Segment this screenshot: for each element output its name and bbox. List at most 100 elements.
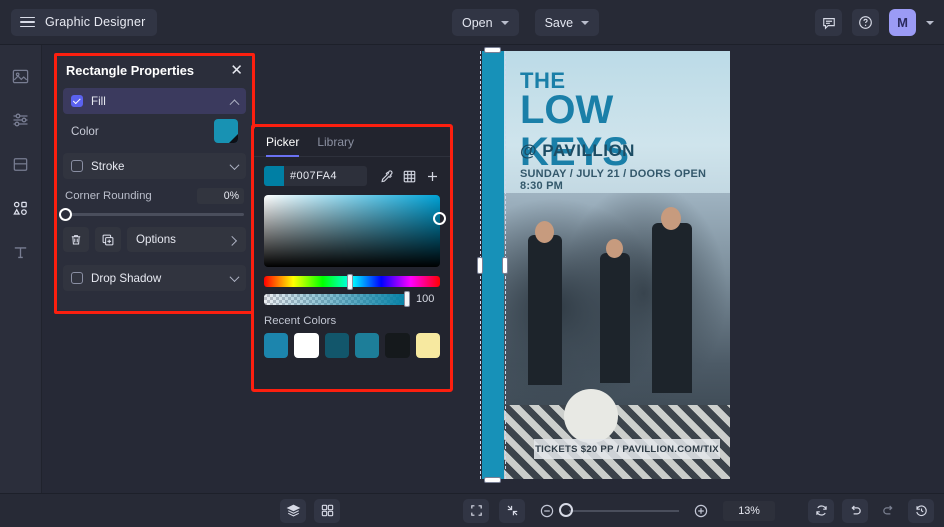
alpha-row: 100 (264, 291, 440, 307)
zoom-slider[interactable] (559, 503, 679, 517)
current-color-swatch[interactable] (264, 166, 284, 186)
grid-view-button[interactable] (314, 498, 340, 523)
document-title: Graphic Designer (45, 15, 146, 29)
comment-button[interactable] (815, 9, 842, 36)
sidebar-item-shapes[interactable] (6, 193, 36, 223)
sidebar-item-text[interactable] (6, 237, 36, 267)
close-icon[interactable]: ✕ (230, 63, 243, 78)
hamburger-icon[interactable] (20, 16, 35, 28)
zoom-level-value[interactable]: 13% (723, 500, 775, 521)
color-picker-tabs: Picker Library (254, 127, 450, 157)
stroke-checkbox[interactable] (71, 160, 83, 172)
selection-handle-right[interactable] (502, 257, 508, 274)
chevron-up-icon[interactable] (229, 98, 240, 109)
photo-figure-singer (528, 235, 562, 385)
grid-palette-icon (403, 170, 416, 182)
tab-picker[interactable]: Picker (266, 135, 300, 157)
zoom-controls: 13% (463, 498, 775, 523)
photo-figure-b-head (606, 239, 623, 258)
alpha-value: 100 (416, 293, 435, 305)
sidebar-item-images[interactable] (6, 61, 36, 91)
recent-color-swatch[interactable] (294, 333, 319, 358)
history-button[interactable] (908, 498, 934, 523)
save-button[interactable]: Save (534, 9, 600, 36)
photo-figure-sax-head (661, 207, 681, 230)
corner-rounding-control: Corner Rounding 0% (59, 188, 244, 221)
shape-actions-row: Options (63, 227, 246, 252)
corner-rounding-value[interactable]: 0% (197, 188, 244, 204)
account-chevron-down-icon[interactable] (926, 20, 934, 25)
sliders-icon (13, 113, 27, 127)
corner-rounding-slider[interactable] (59, 207, 244, 221)
saturation-value-knob[interactable] (433, 212, 446, 225)
recent-color-swatch[interactable] (324, 333, 349, 358)
color-swatch[interactable] (214, 119, 238, 143)
help-button[interactable] (852, 9, 879, 36)
recent-color-swatch[interactable] (385, 333, 410, 358)
poster-artboard[interactable]: THE LOW KEYS @ PAVILLION SUNDAY / JULY 2… (482, 51, 730, 479)
shrink-icon (507, 505, 517, 516)
hue-slider-knob[interactable] (346, 273, 353, 290)
sidebar-item-adjustments[interactable] (6, 105, 36, 135)
refresh-icon (815, 505, 827, 516)
drop-shadow-checkbox[interactable] (71, 272, 83, 284)
save-button-label: Save (544, 15, 574, 30)
undo-icon (850, 505, 861, 515)
hex-input[interactable]: #007FA4 (284, 166, 367, 186)
poster-line-venue: @ PAVILLION (520, 141, 635, 160)
eyedropper-button[interactable] (379, 169, 394, 184)
plus-icon (428, 171, 437, 181)
saturation-value-area[interactable] (264, 195, 446, 267)
bottom-right-tools (808, 498, 934, 523)
selection-handle-top[interactable] (484, 47, 501, 53)
chevron-down-icon[interactable] (229, 159, 240, 170)
zoom-out-button[interactable] (535, 499, 559, 523)
recent-colors-row (264, 333, 440, 358)
eyedropper-icon (381, 169, 393, 182)
palette-button[interactable] (402, 169, 417, 184)
redo-button[interactable] (876, 499, 900, 523)
history-icon (915, 505, 927, 517)
add-color-button[interactable] (425, 169, 440, 184)
photo-drum (564, 389, 618, 443)
layers-button[interactable] (280, 498, 306, 523)
fill-section-row[interactable]: Fill (63, 88, 246, 114)
drop-shadow-section-row[interactable]: Drop Shadow (63, 265, 246, 291)
document-title-chip[interactable]: Graphic Designer (11, 8, 158, 36)
options-button-label: Options (136, 233, 176, 246)
open-button[interactable]: Open (452, 9, 519, 36)
stroke-section-row[interactable]: Stroke (63, 153, 246, 179)
alpha-slider-knob[interactable] (404, 291, 410, 307)
shrink-button[interactable] (499, 498, 525, 523)
zoom-slider-knob[interactable] (559, 503, 573, 517)
panel-header: Rectangle Properties ✕ (57, 56, 252, 85)
options-button[interactable]: Options (127, 227, 246, 252)
poster-ticket-band: TICKETS $20 PP / PAVILLION.COM/TIX (534, 439, 720, 459)
corner-rounding-slider-knob[interactable] (59, 207, 72, 221)
redo-icon (882, 505, 893, 515)
duplicate-button[interactable] (95, 227, 121, 252)
fit-to-screen-button[interactable] (463, 498, 489, 523)
selection-handle-left[interactable] (477, 257, 483, 274)
recent-colors-label: Recent Colors (264, 315, 337, 327)
sidebar-item-pages[interactable] (6, 149, 36, 179)
selection-handle-bottom[interactable] (484, 477, 501, 483)
tab-library[interactable]: Library (317, 135, 354, 157)
zoom-in-button[interactable] (689, 499, 713, 523)
corner-rounding-label: Corner Rounding (65, 190, 152, 202)
fill-checkbox[interactable] (71, 95, 83, 107)
avatar[interactable]: M (889, 9, 916, 36)
recent-color-swatch[interactable] (354, 333, 380, 358)
poster-left-color-bar[interactable] (482, 51, 504, 479)
recent-color-swatch[interactable] (415, 333, 440, 358)
chevron-right-icon (227, 235, 238, 246)
refresh-button[interactable] (808, 498, 834, 523)
recent-color-swatch[interactable] (264, 333, 289, 358)
chevron-down-icon[interactable] (229, 271, 240, 282)
poster-wrapper: THE LOW KEYS @ PAVILLION SUNDAY / JULY 2… (462, 47, 752, 483)
undo-button[interactable] (842, 498, 868, 523)
hue-slider[interactable] (264, 273, 440, 290)
delete-button[interactable] (63, 227, 89, 252)
alpha-slider[interactable] (264, 291, 410, 307)
open-button-label: Open (462, 15, 493, 30)
